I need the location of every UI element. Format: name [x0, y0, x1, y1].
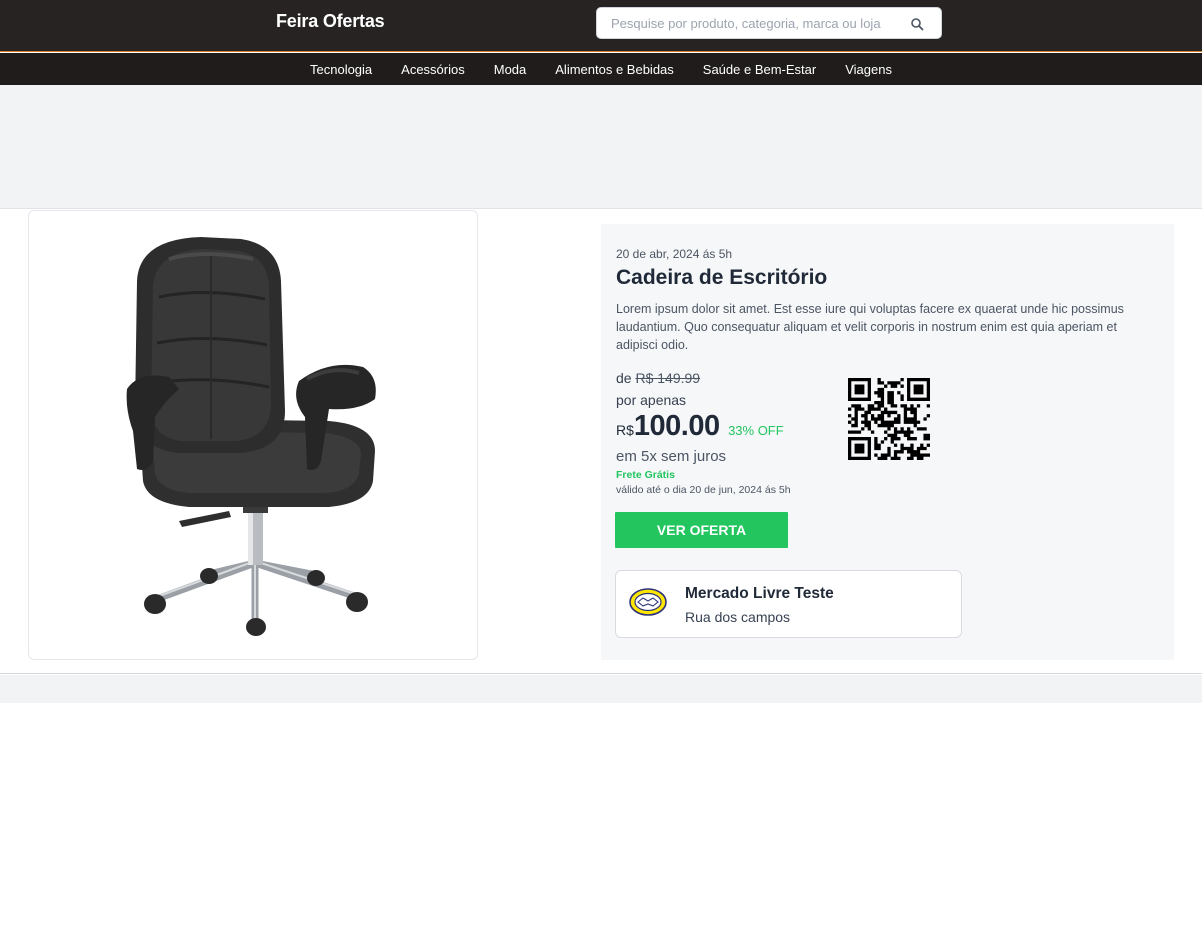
- search-box[interactable]: [596, 7, 942, 39]
- installments-info: em 5x sem juros: [616, 448, 727, 465]
- old-price-line: de R$ 149.99: [616, 370, 700, 386]
- product-image-card: [28, 210, 478, 660]
- footer-band: [0, 675, 1202, 703]
- office-chair-image: [126, 237, 376, 636]
- banner-area: [0, 85, 1202, 209]
- category-nav: Tecnologia Acessórios Moda Alimentos e B…: [0, 53, 1202, 85]
- store-address: Rua dos campos: [685, 609, 791, 625]
- top-header: Feira Ofertas: [0, 0, 1202, 52]
- category-list: Tecnologia Acessórios Moda Alimentos e B…: [0, 53, 1202, 85]
- category-viagens[interactable]: Viagens: [831, 62, 907, 77]
- product-detail-panel: 20 de abr, 2024 ás 5h Cadeira de Escritó…: [601, 224, 1174, 660]
- offer-validity: válido até o dia 20 de jun, 2024 ás 5h: [616, 484, 791, 496]
- por-apenas-label: por apenas: [616, 392, 687, 408]
- from-label: de: [616, 370, 632, 386]
- product-section: 20 de abr, 2024 ás 5h Cadeira de Escritó…: [0, 210, 1202, 674]
- publish-date: 20 de abr, 2024 ás 5h: [616, 247, 733, 261]
- search-input[interactable]: [611, 14, 901, 32]
- search-icon[interactable]: [910, 17, 924, 31]
- mercado-livre-handshake-logo: [629, 588, 667, 616]
- product-title: Cadeira de Escritório: [616, 266, 828, 289]
- category-acessorios[interactable]: Acessórios: [387, 62, 480, 77]
- category-alimentos-e-bebidas[interactable]: Alimentos e Bebidas: [541, 62, 689, 77]
- store-card[interactable]: Mercado Livre Teste Rua dos campos: [615, 570, 962, 638]
- currency-symbol: R$: [616, 422, 634, 438]
- category-tecnologia[interactable]: Tecnologia: [296, 62, 387, 77]
- free-shipping-label: Frete Grátis: [616, 469, 675, 481]
- price-row: R$100.00 33% OFF: [616, 410, 784, 444]
- store-name: Mercado Livre Teste: [685, 585, 834, 602]
- old-price: R$ 149.99: [635, 370, 701, 386]
- category-saude-e-bem-estar[interactable]: Saúde e Bem-Estar: [688, 62, 830, 77]
- site-logo[interactable]: Feira Ofertas: [276, 11, 385, 32]
- current-price: 100.00: [633, 410, 720, 442]
- discount-badge: 33% OFF: [728, 423, 784, 438]
- ver-oferta-button[interactable]: VER OFERTA: [615, 512, 788, 548]
- qr-code-icon: [848, 378, 930, 460]
- category-moda[interactable]: Moda: [479, 62, 541, 77]
- product-description: Lorem ipsum dolor sit amet. Est esse iur…: [616, 302, 1124, 352]
